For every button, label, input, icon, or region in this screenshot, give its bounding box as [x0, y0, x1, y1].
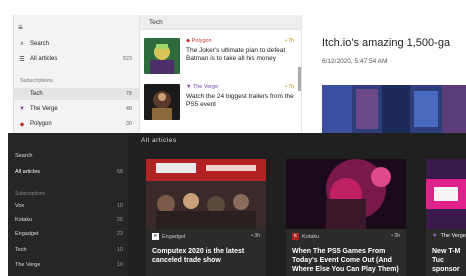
sidebar-search[interactable]: ⌕ Search — [14, 38, 140, 50]
sidebar-section-label: Subscriptions — [20, 78, 54, 84]
card-time: • 3h — [391, 233, 400, 239]
sidebar-item-all-articles[interactable]: ☰ All articles 523 — [14, 53, 140, 65]
card-time: • 3h — [251, 233, 260, 239]
sidebar-item-polygon[interactable]: ◆ Polygon 30 — [14, 118, 140, 130]
kotaku-logo-icon: k — [292, 233, 299, 240]
card-source: ▼ The Verge — [432, 233, 466, 239]
article-card-image — [286, 159, 406, 229]
article-thumbnail — [144, 84, 180, 120]
list-header: Tech — [140, 15, 301, 30]
article-card[interactable]: ▼ The Verge New T-M Tuc sponsor — [426, 159, 466, 276]
sidebar-item-the-verge[interactable]: ▼ The Verge 48 — [14, 103, 140, 115]
sidebar-item-engadget[interactable]: Engadget 23 — [15, 231, 123, 237]
card-title: New T-M Tuc sponsor — [432, 248, 461, 273]
card-title: When The PS5 Games From Today's Event Co… — [292, 248, 399, 273]
article-card-image — [426, 159, 466, 229]
light-sidebar: ≡ ⌕ Search ☰ All articles 523 Subscripti… — [14, 15, 140, 133]
card-source: k Kotaku — [292, 233, 319, 240]
sidebar-item-vox[interactable]: Vox 10 — [15, 203, 123, 209]
card-source: e Engadget — [152, 233, 186, 240]
dark-sidebar: Search All articles 68 Subscriptions Vox… — [8, 133, 128, 276]
hamburger-menu-icon[interactable]: ≡ — [18, 23, 23, 32]
dark-app-window: Search All articles 68 Subscriptions Vox… — [8, 133, 466, 276]
article-list-item[interactable]: ▼ The Verge • 7h Watch the 24 biggest tr… — [140, 81, 298, 121]
article-list: Tech ◆ Polygon • 7h The Joker's ultimate… — [140, 15, 302, 133]
sidebar-item-the-verge[interactable]: The Verge 10 — [15, 262, 123, 268]
card-grid: All articles e Engadget • 3h Computex 20… — [128, 133, 466, 276]
reader-article-image — [322, 85, 466, 133]
sidebar-search[interactable]: Search — [15, 153, 123, 159]
polygon-logo-icon: ◆ — [19, 121, 25, 128]
article-card-image — [146, 159, 266, 229]
reader-pane: Itch.io's amazing 1,500-ga 6/12/2020, 5:… — [302, 15, 466, 133]
verge-logo-icon: ▼ — [432, 233, 438, 239]
page-title: All articles — [141, 137, 177, 144]
reader-article-date: 6/12/2020, 5:47:54 AM — [322, 58, 388, 65]
article-time: • 7h — [285, 84, 294, 90]
article-title: Watch the 24 biggest trailers from the P… — [186, 93, 294, 108]
reader-article-title: Itch.io's amazing 1,500-ga — [322, 37, 451, 49]
sidebar-item-kotaku[interactable]: Kotaku 25 — [15, 217, 123, 223]
engadget-logo-icon: e — [152, 233, 159, 240]
article-source: ◆ Polygon — [186, 38, 212, 44]
search-icon: ⌕ — [20, 40, 24, 47]
article-list-item[interactable]: ◆ Polygon • 7h The Joker's ultimate plan… — [140, 35, 298, 75]
article-card[interactable]: e Engadget • 3h Computex 2020 is the lat… — [146, 159, 266, 276]
articles-icon: ☰ — [19, 56, 25, 63]
article-title: The Joker's ultimate plan to defeat Batm… — [186, 47, 286, 62]
sidebar-item-tech[interactable]: Tech 10 — [15, 247, 123, 253]
article-time: • 7h — [285, 38, 294, 44]
sidebar-section-label: Subscriptions — [15, 191, 46, 197]
list-scrollbar[interactable] — [298, 67, 301, 91]
sidebar-item-all-articles[interactable]: All articles 68 — [15, 169, 123, 175]
card-title: Computex 2020 is the latest canceled tra… — [152, 248, 245, 264]
verge-logo-icon: ▼ — [19, 106, 25, 112]
article-source: ▼ The Verge — [186, 84, 219, 90]
light-app-window: ≡ ⌕ Search ☰ All articles 523 Subscripti… — [13, 15, 466, 133]
article-thumbnail — [144, 38, 180, 74]
sidebar-item-tech[interactable]: Tech 78 — [14, 88, 140, 100]
article-card[interactable]: k Kotaku • 3h When The PS5 Games From To… — [286, 159, 406, 276]
